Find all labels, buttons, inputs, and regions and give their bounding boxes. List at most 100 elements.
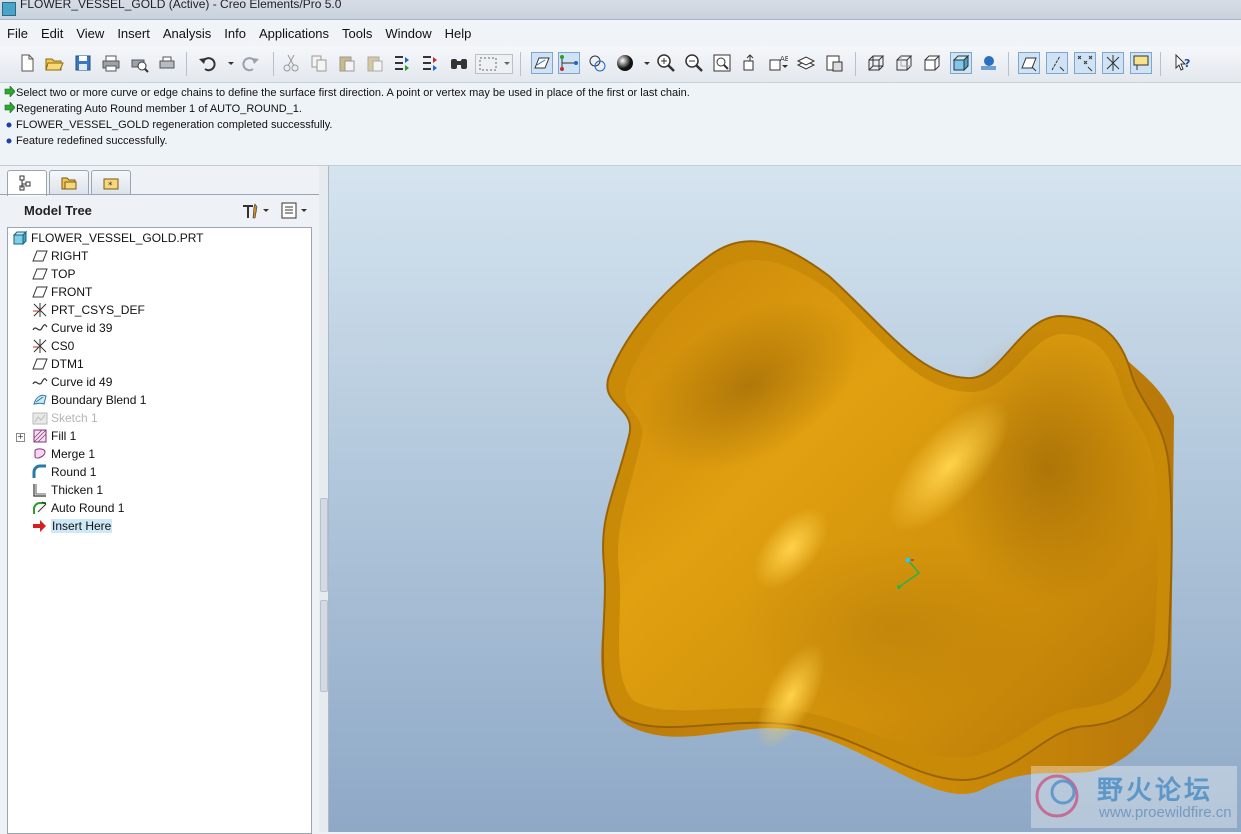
expand-toggle[interactable]: +	[16, 433, 25, 442]
paste-special-icon[interactable]	[365, 53, 385, 73]
datum-points-icon[interactable]	[587, 53, 607, 73]
tree-item[interactable]: Boundary Blend 1	[32, 391, 146, 409]
shading-edges-icon[interactable]	[978, 53, 998, 73]
svg-text:AB: AB	[780, 55, 788, 63]
message-line: Select two or more curve or edge chains …	[3, 85, 690, 101]
print-preview-icon[interactable]	[129, 53, 149, 73]
panel-splitter[interactable]	[319, 166, 328, 832]
tree-item-insert-here[interactable]: Insert Here	[32, 517, 113, 535]
no-hidden-icon[interactable]	[922, 53, 942, 73]
selection-box-icon[interactable]	[475, 54, 513, 74]
message-line: Feature redefined successfully.	[3, 133, 167, 149]
tree-item[interactable]: Curve id 39	[32, 319, 112, 337]
csys-display-icon[interactable]	[1102, 52, 1124, 74]
tab-divider	[0, 194, 328, 195]
find-icon[interactable]	[449, 53, 469, 73]
tree-root[interactable]: FLOWER_VESSEL_GOLD.PRT	[12, 229, 204, 247]
cut-icon[interactable]	[281, 53, 301, 73]
appearance-icon[interactable]	[615, 53, 635, 73]
menu-edit[interactable]: Edit	[35, 26, 69, 41]
tree-item[interactable]: DTM1	[32, 355, 84, 373]
saved-views-icon[interactable]: AB	[768, 53, 788, 73]
print-setup-icon[interactable]	[157, 53, 177, 73]
title-bar: FLOWER_VESSEL_GOLD (Active) - Creo Eleme…	[0, 0, 1241, 20]
splitter-grip[interactable]	[320, 600, 328, 692]
tab-folder-browser[interactable]	[49, 170, 89, 195]
undo-dropdown-icon[interactable]	[221, 53, 234, 73]
message-text: Regenerating Auto Round member 1 of AUTO…	[16, 103, 302, 115]
tab-favorites[interactable]: *	[91, 170, 131, 195]
tree-item-label: CS0	[51, 339, 75, 353]
point-display-icon[interactable]	[1074, 52, 1096, 74]
info-dot-icon	[3, 119, 15, 131]
tree-item[interactable]: Merge 1	[32, 445, 95, 463]
tree-item[interactable]: Fill 1	[32, 427, 76, 445]
appearance-dropdown-icon[interactable]	[637, 53, 650, 73]
favorites-icon: *	[103, 178, 119, 191]
prompt-arrow-icon	[3, 85, 15, 100]
show-list-icon[interactable]	[280, 202, 310, 220]
forum-watermark-text: 野火论坛	[1097, 776, 1214, 806]
save-icon[interactable]	[73, 53, 93, 73]
tree-item[interactable]: Thicken 1	[32, 481, 103, 499]
menu-help[interactable]: Help	[439, 26, 478, 41]
hidden-line-icon[interactable]	[894, 53, 914, 73]
tree-item[interactable]: TOP	[32, 265, 75, 283]
undo-icon[interactable]	[198, 53, 218, 73]
merge-icon	[32, 446, 48, 462]
print-icon[interactable]	[101, 53, 121, 73]
view-manager-icon[interactable]	[824, 53, 844, 73]
tree-item[interactable]: Round 1	[32, 463, 96, 481]
curve-icon	[32, 320, 48, 336]
wireframe-icon[interactable]	[866, 53, 886, 73]
datum-plane-icon	[32, 356, 48, 372]
paste-icon[interactable]	[337, 53, 357, 73]
copy-icon[interactable]	[309, 53, 329, 73]
tree-item[interactable]: FRONT	[32, 283, 92, 301]
regen-manager-icon[interactable]	[420, 53, 440, 73]
part-icon	[12, 230, 28, 246]
tab-model-tree[interactable]	[7, 170, 47, 196]
tree-root-label: FLOWER_VESSEL_GOLD.PRT	[31, 231, 204, 245]
menu-insert[interactable]: Insert	[111, 26, 156, 41]
tree-item[interactable]: RIGHT	[32, 247, 88, 265]
settings-tools-icon[interactable]	[240, 202, 270, 220]
datum-axes-icon[interactable]	[558, 52, 580, 74]
tree-item[interactable]: PRT_CSYS_DEF	[32, 301, 145, 319]
model-tree-title: Model Tree	[24, 203, 92, 218]
tree-item[interactable]: Auto Round 1	[32, 499, 124, 517]
new-file-icon[interactable]	[17, 53, 37, 73]
menu-window[interactable]: Window	[379, 26, 437, 41]
tree-item[interactable]: Curve id 49	[32, 373, 112, 391]
zoom-in-icon[interactable]	[656, 53, 676, 73]
menu-file[interactable]: File	[1, 26, 34, 41]
toolbar-separator	[186, 52, 187, 76]
open-file-icon[interactable]	[44, 53, 64, 73]
shading-icon[interactable]	[950, 52, 972, 74]
redo-icon[interactable]	[240, 53, 260, 73]
zoom-out-icon[interactable]	[684, 53, 704, 73]
plane-display-icon[interactable]	[1018, 52, 1040, 74]
axis-display-icon[interactable]	[1046, 52, 1068, 74]
tree-item[interactable]: CS0	[32, 337, 74, 355]
refit-icon[interactable]	[712, 53, 732, 73]
vessel-model[interactable]	[329, 166, 1241, 832]
splitter-grip[interactable]	[320, 498, 328, 592]
reorient-icon[interactable]	[740, 53, 760, 73]
svg-text:*: *	[108, 181, 113, 191]
regenerate-icon[interactable]	[392, 53, 412, 73]
layers-icon[interactable]	[796, 53, 816, 73]
menu-info[interactable]: Info	[218, 26, 252, 41]
tree-item[interactable]: Sketch 1	[32, 409, 98, 427]
menu-analysis[interactable]: Analysis	[157, 26, 217, 41]
menu-applications[interactable]: Applications	[253, 26, 335, 41]
whats-this-icon[interactable]: ?	[1173, 53, 1193, 73]
folder-browser-icon	[61, 177, 77, 190]
annotation-display-icon[interactable]	[1130, 52, 1152, 74]
datum-planes-icon[interactable]	[531, 52, 553, 74]
menu-tools[interactable]: Tools	[336, 26, 378, 41]
tree-item-label: Boundary Blend 1	[51, 393, 147, 407]
graphics-window[interactable]: 野火论坛 www.proewildfire.cn	[329, 166, 1241, 832]
tree-item-label: FRONT	[51, 285, 93, 299]
menu-view[interactable]: View	[70, 26, 110, 41]
